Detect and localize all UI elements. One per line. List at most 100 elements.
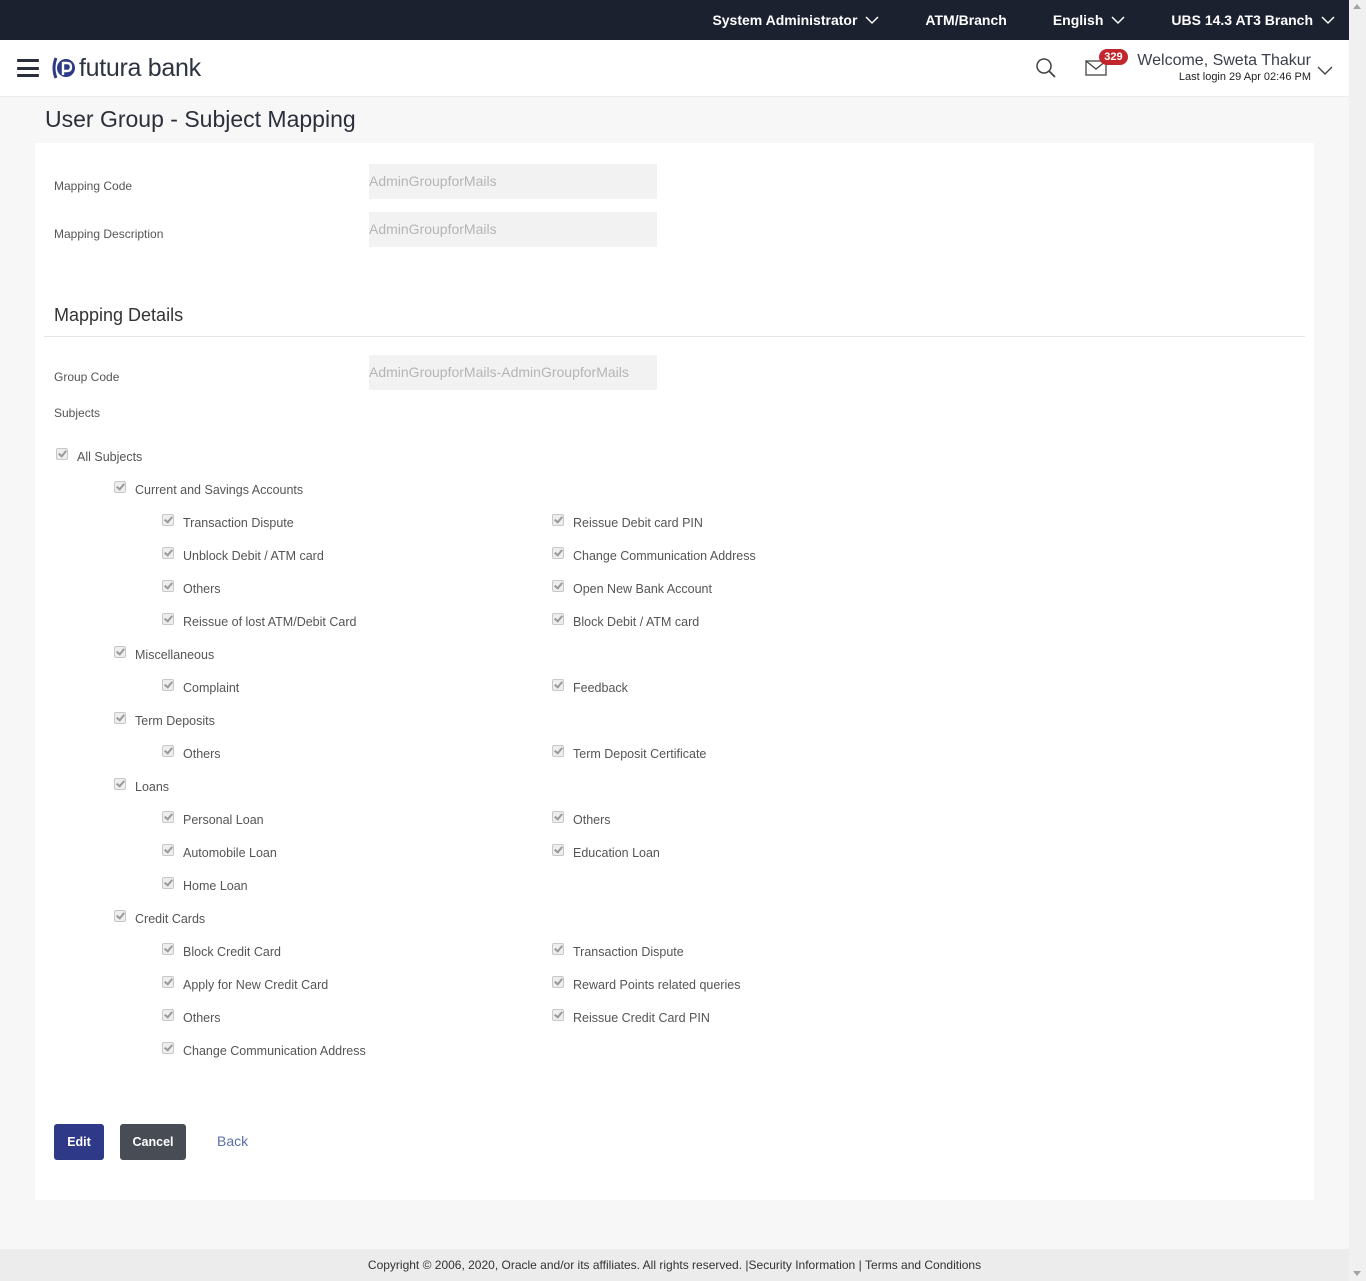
checkbox[interactable] (552, 580, 564, 592)
terms-link[interactable]: Terms and Conditions (865, 1258, 981, 1272)
scroll-down-arrow-icon[interactable] (1353, 1271, 1361, 1276)
checkbox[interactable] (552, 613, 564, 625)
subject-checkbox[interactable]: Change Communication Address (162, 1042, 366, 1058)
user-menu[interactable]: Welcome, Sweta Thakur Last login 29 Apr … (1137, 52, 1311, 84)
checkbox[interactable] (552, 514, 564, 526)
checkbox[interactable] (162, 547, 174, 559)
checkbox[interactable] (552, 943, 564, 955)
group-code-value: AdminGroupforMails-AdminGroupforMails (369, 364, 629, 380)
mail-button[interactable]: 329 (1085, 49, 1128, 76)
vertical-scrollbar[interactable] (1349, 0, 1366, 1281)
checkbox[interactable] (162, 514, 174, 526)
category-checkbox[interactable]: Credit Cards (114, 910, 205, 926)
checkbox[interactable] (162, 943, 174, 955)
checkbox[interactable] (552, 811, 564, 823)
subject-checkbox[interactable]: Education Loan (552, 844, 660, 860)
checkbox[interactable] (162, 745, 174, 757)
checkbox[interactable] (162, 811, 174, 823)
checkbox[interactable] (114, 910, 126, 922)
welcome-text: Welcome, Sweta Thakur (1137, 52, 1311, 69)
checkbox[interactable] (56, 448, 68, 460)
security-information-link[interactable]: Security Information (749, 1258, 856, 1272)
checkbox-label: Block Credit Card (183, 945, 281, 959)
checkbox[interactable] (162, 1009, 174, 1021)
role-label: System Administrator (712, 12, 858, 28)
subject-checkbox[interactable]: Transaction Dispute (552, 943, 684, 959)
subject-checkbox[interactable]: Others (552, 811, 611, 827)
checkbox[interactable] (552, 1009, 564, 1021)
checkbox[interactable] (552, 679, 564, 691)
chevron-down-icon (1321, 15, 1335, 24)
checkbox-label: Unblock Debit / ATM card (183, 549, 324, 563)
checkbox[interactable] (552, 547, 564, 559)
all-subjects-checkbox[interactable]: All Subjects (56, 448, 142, 464)
checkbox-label: Loans (135, 780, 170, 794)
subject-checkbox[interactable]: Block Credit Card (162, 943, 281, 959)
checkbox[interactable] (114, 646, 126, 658)
chevron-down-icon (865, 15, 879, 24)
subject-checkbox[interactable]: Open New Bank Account (552, 580, 712, 596)
subject-checkbox[interactable]: Reward Points related queries (552, 976, 741, 992)
checkbox[interactable] (162, 844, 174, 856)
subject-checkbox[interactable]: Automobile Loan (162, 844, 277, 860)
subject-checkbox[interactable]: Personal Loan (162, 811, 264, 827)
checkbox[interactable] (162, 1042, 174, 1054)
chevron-down-icon[interactable] (1317, 66, 1333, 76)
checkbox[interactable] (162, 613, 174, 625)
mapping-panel: Mapping Code AdminGroupforMails Mapping … (35, 143, 1314, 1200)
category-checkbox[interactable]: Miscellaneous (114, 646, 214, 662)
checkbox-label: Others (183, 582, 221, 596)
subject-checkbox[interactable]: Others (162, 745, 221, 761)
language-label: English (1052, 12, 1104, 28)
checkbox[interactable] (552, 745, 564, 757)
checkbox[interactable] (162, 580, 174, 592)
mapping-code-field: AdminGroupforMails (369, 164, 657, 199)
checkbox-label: Reward Points related queries (573, 978, 741, 992)
mapping-description-field: AdminGroupforMails (369, 212, 657, 247)
subject-checkbox[interactable]: Apply for New Credit Card (162, 976, 328, 992)
atm-branch-link[interactable]: ATM/Branch (925, 12, 1006, 28)
group-code-field: AdminGroupforMails-AdminGroupforMails (369, 355, 657, 390)
subject-checkbox[interactable]: Complaint (162, 679, 239, 695)
category-checkbox[interactable]: Term Deposits (114, 712, 215, 728)
header: futura bank 329 Welcome, Sweta Thakur La… (0, 40, 1349, 97)
checkbox[interactable] (162, 877, 174, 889)
subject-checkbox[interactable]: Unblock Debit / ATM card (162, 547, 324, 563)
subject-checkbox[interactable]: Reissue of lost ATM/Debit Card (162, 613, 356, 629)
subject-checkbox[interactable]: Term Deposit Certificate (552, 745, 706, 761)
checkbox[interactable] (114, 778, 126, 790)
edit-button[interactable]: Edit (54, 1124, 104, 1160)
subject-checkbox[interactable]: Reissue Credit Card PIN (552, 1009, 710, 1025)
subject-checkbox[interactable]: Block Debit / ATM card (552, 613, 700, 629)
subject-checkbox[interactable]: Others (162, 1009, 221, 1025)
section-title: Mapping Details (54, 305, 184, 325)
checkbox[interactable] (552, 976, 564, 988)
scroll-up-arrow-icon[interactable] (1353, 4, 1361, 9)
role-dropdown[interactable]: System Administrator (712, 12, 879, 28)
branch-dropdown[interactable]: UBS 14.3 AT3 Branch (1171, 12, 1335, 28)
group-code-label: Group Code (54, 370, 120, 384)
subject-checkbox[interactable]: Reissue Debit card PIN (552, 514, 703, 530)
subject-checkbox[interactable]: Home Loan (162, 877, 248, 893)
checkbox[interactable] (552, 844, 564, 856)
checkbox-label: Transaction Dispute (573, 945, 684, 959)
search-icon[interactable] (1035, 57, 1057, 79)
subject-checkbox[interactable]: Transaction Dispute (162, 514, 294, 530)
menu-icon[interactable] (17, 59, 39, 77)
subject-checkbox[interactable]: Feedback (552, 679, 628, 695)
category-checkbox[interactable]: Current and Savings Accounts (114, 481, 303, 497)
subject-checkbox[interactable]: Change Communication Address (552, 547, 756, 563)
category-checkbox[interactable]: Loans (114, 778, 170, 794)
language-dropdown[interactable]: English (1053, 12, 1126, 28)
checkbox[interactable] (162, 976, 174, 988)
checkbox-label: Block Debit / ATM card (573, 615, 700, 629)
checkbox[interactable] (114, 481, 126, 493)
checkbox[interactable] (162, 679, 174, 691)
mapping-description-label: Mapping Description (54, 227, 164, 241)
back-link[interactable]: Back (217, 1133, 248, 1149)
brand-logo[interactable]: futura bank (51, 54, 201, 83)
subject-checkbox[interactable]: Others (162, 580, 221, 596)
checkbox[interactable] (114, 712, 126, 724)
subjects-label: Subjects (54, 406, 101, 420)
cancel-button[interactable]: Cancel (120, 1124, 186, 1160)
